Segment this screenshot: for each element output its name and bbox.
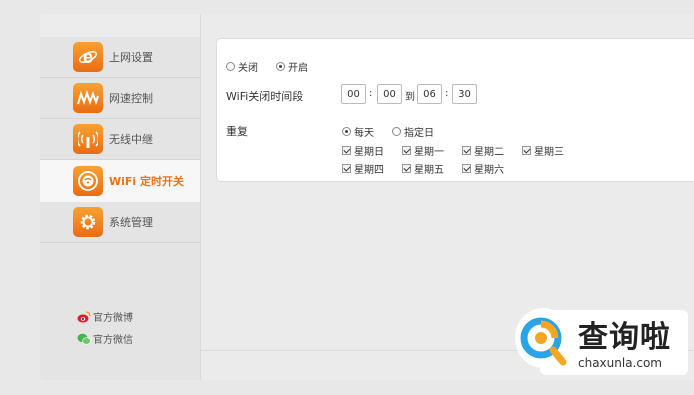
checkbox[interactable]: [522, 146, 531, 155]
internet-explorer-icon: e: [73, 42, 103, 72]
repeat-custom-option[interactable]: 指定日: [392, 124, 434, 139]
colon-separator: :: [369, 88, 373, 99]
checkbox[interactable]: [342, 146, 351, 155]
end-minute-input[interactable]: 30: [452, 84, 477, 104]
day-checkbox-thursday[interactable]: 星期四: [342, 161, 384, 176]
sidebar-item-label: 网速控制: [109, 92, 153, 105]
gear-icon: [73, 207, 103, 237]
day-checkbox-tuesday[interactable]: 星期二: [462, 143, 504, 158]
repeat-custom-label: 指定日: [404, 128, 434, 139]
day-label: 星期三: [534, 147, 564, 158]
repeat-daily-option[interactable]: 每天: [342, 124, 374, 139]
day-checkbox-monday[interactable]: 星期一: [402, 143, 444, 158]
sidebar-item-speed-control[interactable]: 网速控制: [40, 78, 200, 119]
sidebar-item-label: 无线中继: [109, 133, 153, 146]
repeat-label: 重复: [226, 125, 248, 138]
power-off-option[interactable]: 关闭: [226, 59, 258, 74]
watermark-url: chaxunla.com: [578, 356, 662, 370]
sidebar-item-system-management[interactable]: 系统管理: [40, 202, 200, 243]
weibo-label: 官方微博: [93, 313, 133, 324]
power-off-radio[interactable]: [226, 62, 235, 71]
sidebar-item-label: 系统管理: [109, 216, 153, 229]
colon-separator: :: [445, 88, 449, 99]
day-checkbox-saturday[interactable]: 星期六: [462, 161, 504, 176]
day-checkbox-sunday[interactable]: 星期日: [342, 143, 384, 158]
checkbox[interactable]: [462, 146, 471, 155]
day-checkbox-wednesday[interactable]: 星期三: [522, 143, 564, 158]
day-label: 星期日: [354, 147, 384, 158]
watermark-title: 查询啦: [578, 320, 671, 355]
off-period-label: WiFi关闭时间段: [226, 90, 304, 103]
to-label: 到: [405, 92, 415, 103]
end-hour-input[interactable]: 06: [417, 84, 442, 104]
sidebar-item-wireless-relay[interactable]: 无线中继: [40, 119, 200, 160]
wechat-label: 官方微信: [93, 335, 133, 346]
day-label: 星期六: [474, 165, 504, 176]
day-label: 星期二: [474, 147, 504, 158]
sidebar: e 上网设置 网速控制 无线中继 WiFi 定时开关 系统管理: [40, 37, 200, 380]
power-on-label: 开启: [288, 63, 308, 74]
checkbox[interactable]: [402, 146, 411, 155]
official-weibo-link[interactable]: 官方微博: [77, 309, 133, 324]
wechat-icon: [77, 333, 91, 345]
repeat-daily-radio[interactable]: [342, 127, 351, 136]
day-label: 星期五: [414, 165, 444, 176]
day-label: 星期一: [414, 147, 444, 158]
speed-wave-icon: [73, 83, 103, 113]
svg-text:e: e: [83, 47, 93, 67]
sidebar-item-label: WiFi 定时开关: [109, 175, 185, 188]
power-on-option[interactable]: 开启: [276, 59, 308, 74]
repeat-custom-radio[interactable]: [392, 127, 401, 136]
weibo-icon: [77, 310, 91, 322]
power-on-radio[interactable]: [276, 62, 285, 71]
sidebar-item-label: 上网设置: [109, 51, 153, 64]
day-label: 星期四: [354, 165, 384, 176]
sidebar-item-internet-settings[interactable]: e 上网设置: [40, 37, 200, 78]
sidebar-item-wifi-timer[interactable]: WiFi 定时开关: [40, 160, 200, 202]
start-minute-input[interactable]: 00: [377, 84, 402, 104]
day-checkbox-friday[interactable]: 星期五: [402, 161, 444, 176]
wireless-relay-icon: [73, 124, 103, 154]
power-off-label: 关闭: [238, 63, 258, 74]
checkbox[interactable]: [462, 164, 471, 173]
checkbox[interactable]: [402, 164, 411, 173]
watermark-search-icon: [520, 317, 567, 366]
official-wechat-link[interactable]: 官方微信: [77, 331, 133, 346]
start-hour-input[interactable]: 00: [341, 84, 366, 104]
repeat-daily-label: 每天: [354, 128, 374, 139]
checkbox[interactable]: [342, 164, 351, 173]
wifi-timer-icon: [73, 166, 103, 196]
